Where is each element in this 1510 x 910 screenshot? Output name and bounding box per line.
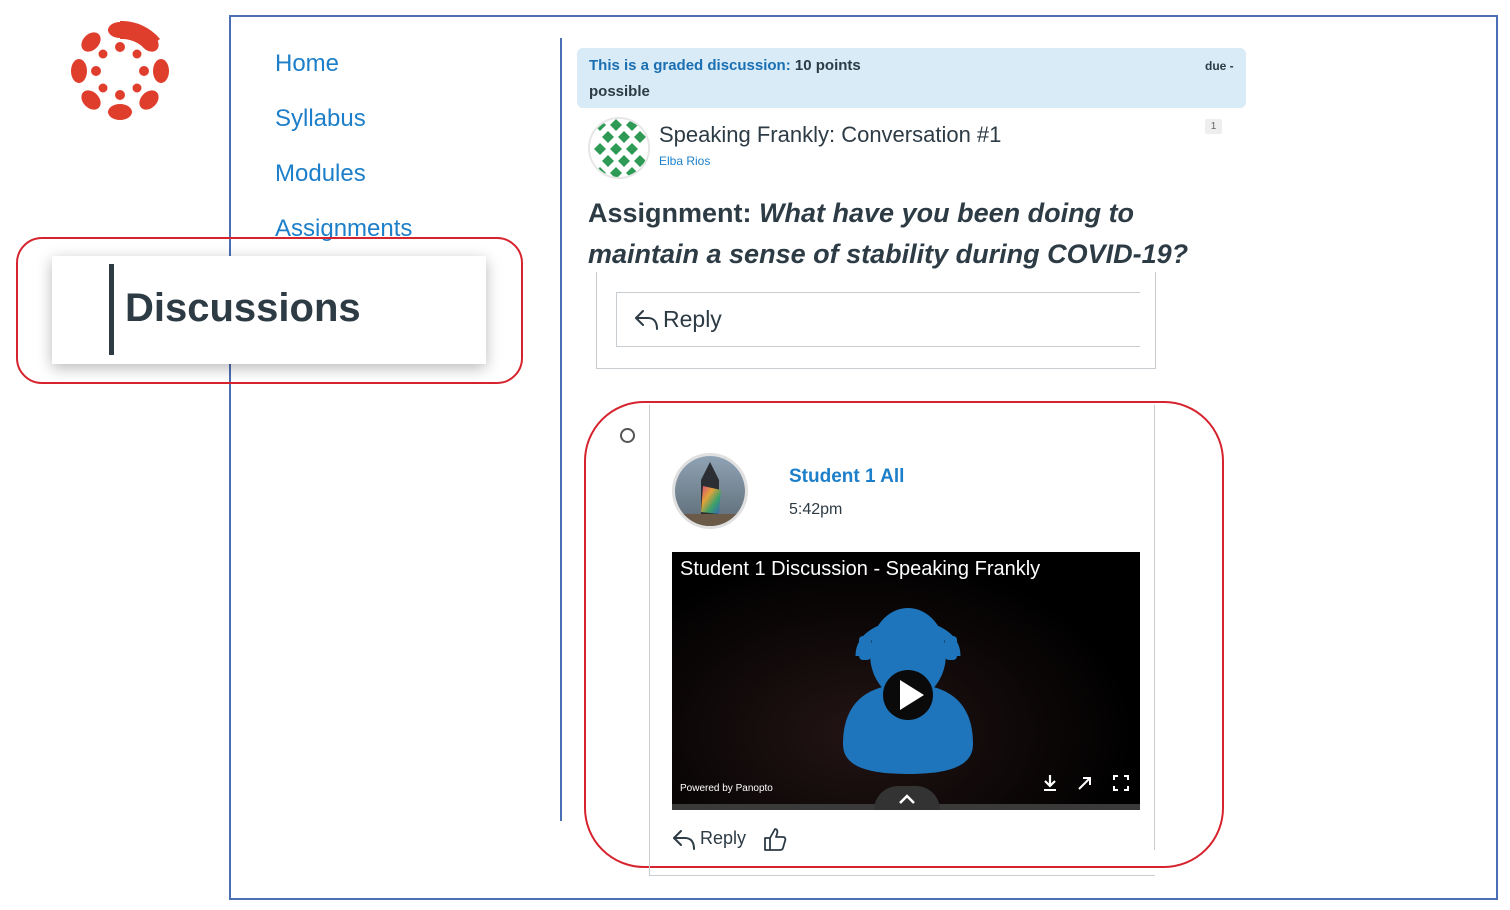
like-thumb-icon[interactable] — [762, 826, 788, 852]
nav-item-syllabus[interactable]: Syllabus — [275, 105, 366, 133]
nav-item-discussions[interactable]: Discussions — [125, 286, 361, 331]
chevron-up-icon[interactable] — [897, 792, 917, 806]
entry-reply-button[interactable]: Reply — [700, 828, 746, 849]
points-possible: possible — [589, 83, 650, 100]
graded-label: This is a graded discussion: — [589, 57, 791, 74]
audio-user-icon — [843, 608, 973, 774]
entry-border-bottom — [649, 875, 1155, 876]
points-value: 10 points — [794, 57, 861, 74]
entry-border-left — [649, 405, 650, 875]
open-external-icon[interactable] — [1074, 772, 1096, 794]
entry-author-link[interactable]: Student 1 All — [789, 466, 904, 488]
fullscreen-icon[interactable] — [1110, 772, 1132, 794]
nav-divider — [560, 38, 562, 821]
due-date: due - — [1205, 59, 1234, 73]
reply-arrow-icon — [635, 310, 658, 330]
topic-title: Speaking Frankly: Conversation #1 — [659, 122, 1002, 147]
assignment-prompt: Assignment: What have you been doing to … — [588, 193, 1238, 275]
topic-reply-button[interactable]: Reply — [663, 306, 722, 333]
nav-item-modules[interactable]: Modules — [275, 160, 366, 188]
nav-item-home[interactable]: Home — [275, 50, 339, 78]
active-indicator-bar — [109, 264, 114, 355]
reply-arrow-icon — [673, 830, 695, 850]
topic-author-link[interactable]: Elba Rios — [659, 154, 710, 168]
graded-info: This is a graded discussion: 10 points — [589, 57, 861, 74]
entry-timestamp: 5:42pm — [789, 501, 843, 518]
assignment-prefix: Assignment: — [588, 198, 752, 228]
canvas-logo-icon[interactable] — [66, 17, 174, 125]
student-avatar[interactable] — [672, 453, 748, 529]
author-avatar[interactable] — [588, 117, 650, 179]
entry-border-right — [1154, 405, 1155, 850]
reply-count-badge: 1 — [1205, 119, 1222, 134]
download-icon[interactable] — [1039, 772, 1061, 794]
video-title: Student 1 Discussion - Speaking Frankly — [680, 558, 1041, 580]
unread-indicator-icon[interactable] — [620, 428, 635, 443]
panopto-credit: Powered by Panopto — [680, 783, 773, 794]
